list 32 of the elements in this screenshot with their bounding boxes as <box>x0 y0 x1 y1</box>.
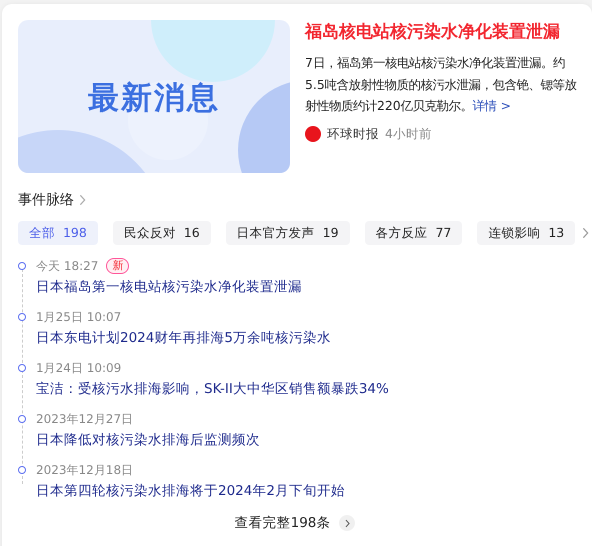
source-name: 环球时报 <box>327 126 379 142</box>
filter-tab[interactable]: 各方反应 77 <box>364 221 462 245</box>
event-date: 1月24日 10:09 <box>36 360 122 376</box>
headline-summary: 7日，福岛第一核电站核污染水净化装置泄漏。约5.5吨含放射性物质的核污水泄漏，包含铯、锶等放射性物质约计220亿贝克勒尔。详情 > <box>305 54 578 115</box>
event-date: 今天 18:27 <box>36 258 98 274</box>
timeline-dot <box>18 262 26 270</box>
timeline-dot <box>18 364 26 372</box>
event-title-link[interactable]: 日本东电计划2024财年再排海5万余吨核污染水 <box>36 329 592 347</box>
event-title-link[interactable]: 宝洁：受核污水排海影响，SK-II大中华区销售额暴跌34% <box>36 380 592 398</box>
event-title-link[interactable]: 日本第四轮核污染水排海将于2024年2月下旬开始 <box>36 482 592 500</box>
banner-title: 最新消息 <box>87 79 221 118</box>
chevron-right-icon <box>79 194 86 206</box>
event-title-link[interactable]: 日本降低对核污染水排海后监测频次 <box>36 431 592 449</box>
event-title-link[interactable]: 日本福岛第一核电站核污染水净化装置泄漏 <box>36 278 592 296</box>
event-date: 2023年12月18日 <box>36 462 134 478</box>
filter-tab[interactable]: 全部 198 <box>18 221 98 245</box>
timeline-dot <box>18 313 26 321</box>
filter-tab[interactable]: 连锁影响 13 <box>477 221 576 245</box>
source-logo-icon <box>305 126 321 142</box>
filter-tab[interactable]: 日本官方发声 19 <box>226 221 350 245</box>
details-link[interactable]: 详情 > <box>472 98 511 113</box>
chevron-right-icon <box>582 227 590 239</box>
event-date: 1月25日 10:07 <box>36 308 122 326</box>
event-date: 2023年12月27日 <box>36 410 134 428</box>
headline-title[interactable]: 福岛核电站核污染水净化装置泄漏 <box>305 20 584 44</box>
new-badge: 新 <box>106 258 130 274</box>
section-title[interactable]: 事件脉络 <box>18 191 74 209</box>
timeline-dot <box>18 466 26 474</box>
timeline-dot <box>18 415 26 423</box>
filter-tab[interactable]: 民众反对 16 <box>112 221 211 245</box>
view-all-link[interactable]: 查看完整198条 <box>234 514 330 532</box>
publish-time: 4小时前 <box>385 126 432 142</box>
